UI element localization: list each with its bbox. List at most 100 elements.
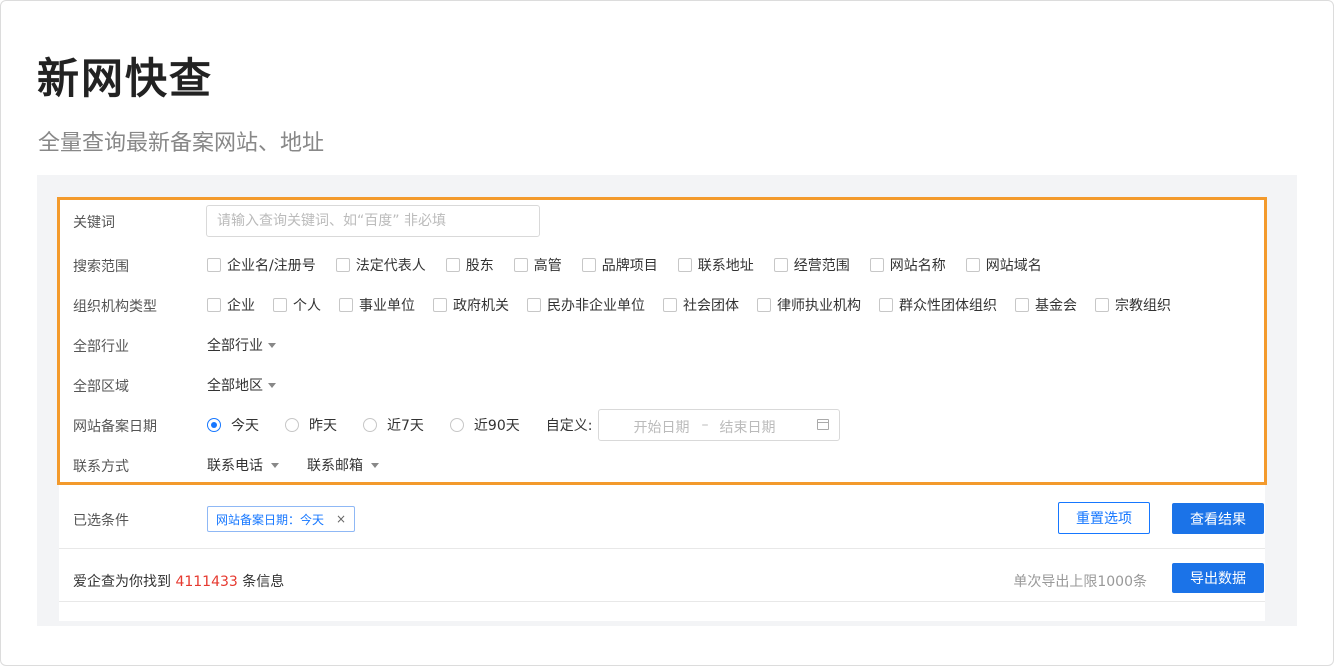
contact-row: 联系方式 联系电话 联系邮箱 (59, 445, 1265, 485)
region-dropdown[interactable]: 全部地区 (207, 375, 276, 395)
date-range-separator: – (701, 417, 709, 433)
filing-date-options: 今天 昨天 近7天 近90天 (207, 415, 546, 435)
radio-dot[interactable] (285, 418, 299, 432)
checkbox-label: 群众性团体组织 (899, 298, 997, 314)
checkbox-box[interactable] (773, 258, 788, 272)
filing-date-label: 网站备案日期 (73, 419, 157, 435)
end-date-placeholder: 结束日期 (719, 420, 776, 436)
checkbox-box[interactable] (339, 298, 353, 312)
industry-dropdown[interactable]: 全部行业 (207, 335, 276, 355)
org-type-label: 组织机构类型 (73, 299, 157, 315)
radio-dot[interactable] (363, 418, 377, 432)
checkbox-box[interactable] (581, 258, 596, 272)
keyword-label: 关键词 (73, 215, 115, 231)
checkbox-box[interactable] (433, 298, 447, 312)
checkbox-box[interactable] (1095, 298, 1109, 312)
caret-down-icon (268, 382, 276, 388)
reset-button[interactable]: 重置选项 (1058, 502, 1150, 534)
filing-date-radio[interactable]: 近7天 (363, 415, 424, 435)
page-frame: 新网快查 全量查询最新备案网站、地址 关键词 搜索范围 企业名/注册号 法定代表人… (0, 0, 1334, 666)
radio-dot[interactable] (449, 418, 464, 432)
checkbox-box[interactable] (869, 258, 884, 272)
radio-dot[interactable] (207, 418, 221, 432)
view-results-button[interactable]: 查看结果 (1172, 503, 1264, 534)
filing-date-row: 网站备案日期 今天 昨天 近7天 近90天 自定义: 开始日期 – 结束日期 (59, 405, 1265, 445)
search-panel: 关键词 搜索范围 企业名/注册号 法定代表人 股东 高管 品牌项目 联系地址 经营范围 网站名… (37, 175, 1297, 626)
checkbox-label: 基金会 (1035, 298, 1077, 314)
search-scope-options: 企业名/注册号 法定代表人 股东 高管 品牌项目 联系地址 经营范围 网站名称 网站域名 (207, 245, 1042, 285)
checkbox-box[interactable] (965, 258, 980, 272)
date-range-picker[interactable]: 开始日期 – 结束日期 (598, 409, 841, 441)
filters-org_type-options-checkbox[interactable]: 社会团体 (663, 295, 739, 315)
filters-org_type-options-checkbox[interactable]: 政府机关 (433, 295, 509, 315)
filters-search_scope-options-checkbox[interactable]: 股东 (445, 255, 494, 275)
checkbox-box[interactable] (527, 298, 541, 312)
filters-org_type-options-checkbox[interactable]: 事业单位 (339, 295, 415, 315)
filing-date-radio[interactable]: 今天 (207, 415, 259, 435)
export-data-button[interactable]: 导出数据 (1172, 563, 1264, 593)
industry-dropdown-value: 全部行业 (207, 338, 263, 354)
filters-org_type-options-checkbox[interactable]: 律师执业机构 (757, 295, 861, 315)
checkbox-box[interactable] (663, 298, 677, 312)
filters-search_scope-options-checkbox[interactable]: 高管 (513, 255, 562, 275)
checkbox-box[interactable] (335, 258, 350, 272)
checkbox-label: 民办非企业单位 (547, 298, 645, 314)
contact-phone-dropdown[interactable]: 联系电话 (207, 455, 279, 475)
filters-org_type-options-checkbox[interactable]: 个人 (273, 295, 321, 315)
filters-search_scope-options-checkbox[interactable]: 经营范围 (773, 255, 850, 275)
checkbox-label: 个人 (293, 298, 321, 314)
divider (59, 548, 1265, 549)
region-row: 全部区域 全部地区 (59, 365, 1265, 405)
keyword-input[interactable] (206, 205, 540, 237)
filing-date-radio[interactable]: 近90天 (449, 415, 520, 435)
contact-email-dropdown[interactable]: 联系邮箱 (307, 455, 379, 475)
checkbox-label: 法定代表人 (355, 258, 426, 274)
org-type-row: 组织机构类型 企业 个人 事业单位 政府机关 民办非企业单位 社会团体 律师执业机构 群众性团… (59, 285, 1265, 325)
org-type-options: 企业 个人 事业单位 政府机关 民办非企业单位 社会团体 律师执业机构 群众性团体组织 基金会 宗… (207, 285, 1171, 325)
filters-search_scope-options-checkbox[interactable]: 网站域名 (965, 255, 1042, 275)
region-label: 全部区域 (73, 379, 129, 395)
filters-org_type-options-checkbox[interactable]: 企业 (207, 295, 255, 315)
checkbox-label: 社会团体 (683, 298, 739, 314)
close-icon[interactable]: × (336, 512, 346, 526)
contact-label: 联系方式 (73, 459, 129, 475)
filters-org_type-options-checkbox[interactable]: 民办非企业单位 (527, 295, 645, 315)
checkbox-box[interactable] (273, 298, 287, 312)
checkbox-box[interactable] (513, 258, 528, 272)
filters-org_type-options-checkbox[interactable]: 基金会 (1015, 295, 1077, 315)
calendar-icon (817, 419, 830, 430)
caret-down-icon (271, 462, 279, 468)
checkbox-box[interactable] (677, 258, 692, 272)
checkbox-box[interactable] (757, 298, 771, 312)
search-scope-label: 搜索范围 (73, 259, 129, 275)
checkbox-box[interactable] (207, 298, 221, 312)
filters-search_scope-options-checkbox[interactable]: 品牌项目 (581, 255, 658, 275)
filters-search_scope-options-checkbox[interactable]: 网站名称 (869, 255, 946, 275)
checkbox-label: 经营范围 (793, 258, 850, 274)
radio-label: 近7天 (387, 418, 424, 434)
divider (59, 601, 1265, 602)
industry-label: 全部行业 (73, 339, 129, 355)
filing-date-radio[interactable]: 昨天 (285, 415, 337, 435)
checkbox-box[interactable] (207, 258, 221, 272)
contact-phone-label: 联系电话 (207, 458, 263, 474)
checkbox-label: 股东 (465, 258, 494, 274)
result-count: 4111433 (175, 574, 238, 590)
export-limit-text: 单次导出上限1000条 (1013, 574, 1147, 590)
filters-org_type-options-checkbox[interactable]: 宗教组织 (1095, 295, 1171, 315)
checkbox-label: 网站名称 (889, 258, 946, 274)
checkbox-label: 网站域名 (985, 258, 1042, 274)
checkbox-label: 律师执业机构 (777, 298, 861, 314)
filters-search_scope-options-checkbox[interactable]: 法定代表人 (335, 255, 426, 275)
checkbox-box[interactable] (879, 298, 893, 312)
search-scope-row: 搜索范围 企业名/注册号 法定代表人 股东 高管 品牌项目 联系地址 经营范围 网站名称 网站域… (59, 245, 1265, 285)
checkbox-label: 品牌项目 (601, 258, 658, 274)
selected-conditions-label: 已选条件 (73, 513, 129, 529)
checkbox-box[interactable] (1015, 298, 1029, 312)
checkbox-box[interactable] (445, 258, 460, 272)
start-date-placeholder: 开始日期 (633, 420, 690, 436)
filters-search_scope-options-checkbox[interactable]: 联系地址 (677, 255, 754, 275)
contact-email-label: 联系邮箱 (307, 458, 363, 474)
filters-search_scope-options-checkbox[interactable]: 企业名/注册号 (207, 255, 316, 275)
filters-org_type-options-checkbox[interactable]: 群众性团体组织 (879, 295, 997, 315)
